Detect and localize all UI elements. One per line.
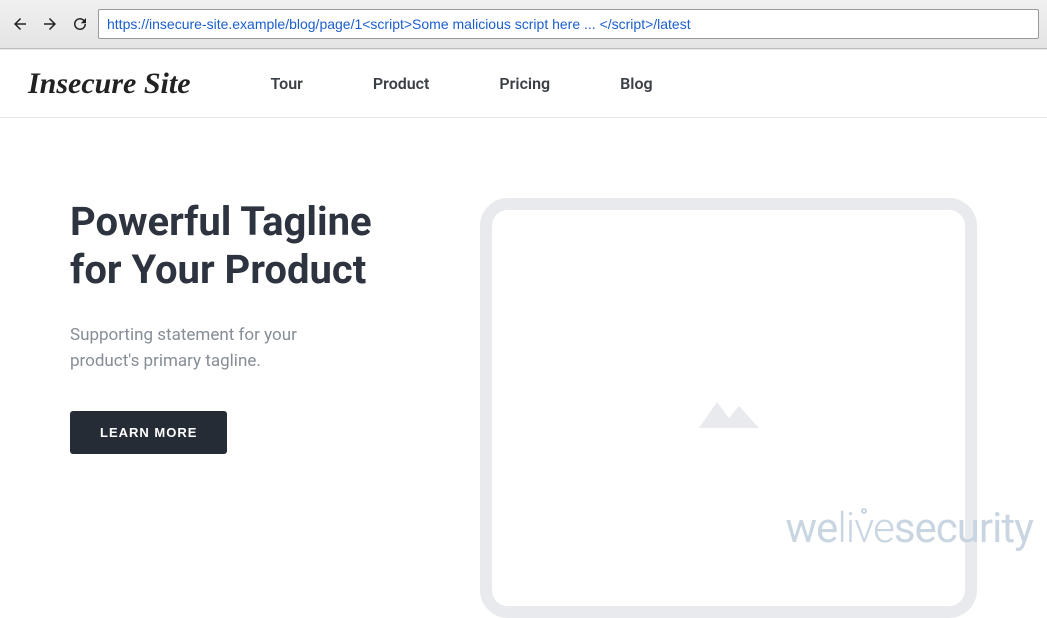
- nav-blog[interactable]: Blog: [620, 74, 652, 93]
- watermark: welivesecurity: [785, 504, 1033, 553]
- site-header: Insecure Site Tour Product Pricing Blog: [0, 50, 1047, 118]
- learn-more-button[interactable]: LEARN MORE: [70, 411, 227, 454]
- arrow-right-icon: [41, 15, 59, 33]
- nav-tour[interactable]: Tour: [271, 74, 303, 93]
- nav-product[interactable]: Product: [373, 74, 430, 93]
- reload-button[interactable]: [68, 12, 92, 36]
- hero-title: Powerful Tagline for Your Product: [70, 198, 430, 294]
- watermark-seg1: we: [785, 504, 837, 553]
- reload-icon: [71, 15, 89, 33]
- main-nav: Tour Product Pricing Blog: [271, 74, 653, 93]
- image-placeholder-icon: [699, 388, 759, 428]
- back-button[interactable]: [8, 12, 32, 36]
- forward-button[interactable]: [38, 12, 62, 36]
- nav-pricing[interactable]: Pricing: [499, 74, 550, 93]
- watermark-seg2: live: [837, 504, 894, 553]
- hero-copy: Powerful Tagline for Your Product Suppor…: [70, 198, 430, 618]
- url-input[interactable]: [98, 9, 1039, 39]
- browser-chrome: [0, 0, 1047, 49]
- hero-subtitle: Supporting statement for your product's …: [70, 322, 350, 375]
- device-frame: [480, 198, 977, 618]
- site-logo[interactable]: Insecure Site: [28, 67, 191, 101]
- watermark-seg3: security: [894, 504, 1033, 553]
- hero-visual: [480, 198, 977, 618]
- arrow-left-icon: [11, 15, 29, 33]
